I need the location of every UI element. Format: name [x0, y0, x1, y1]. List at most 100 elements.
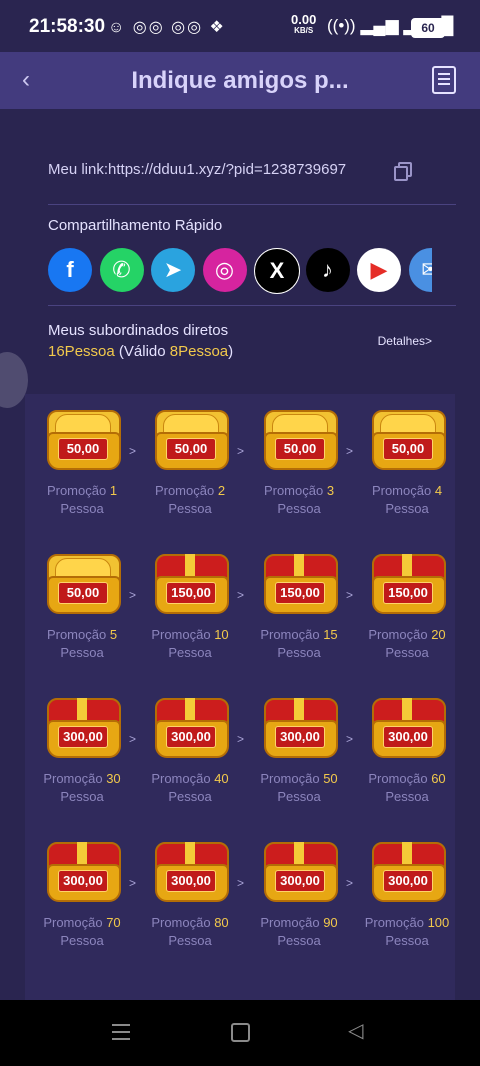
reward-item[interactable]: 50,00 Promoção 3 Pessoa — [249, 408, 349, 518]
promo-number: 80 — [214, 915, 229, 930]
treasure-chest-icon: 150,00 — [262, 552, 338, 614]
instagram-icon[interactable]: ◎ — [202, 248, 247, 292]
promo-unit: Pessoa — [60, 789, 104, 804]
promo-unit: Pessoa — [385, 645, 429, 660]
promo-unit: Pessoa — [385, 933, 429, 948]
battery-icon: 60 — [411, 18, 448, 38]
treasure-chest-icon: 300,00 — [262, 696, 338, 758]
reward-amount: 300,00 — [58, 870, 108, 892]
invite-link: Meu link:https://dduu1.xyz/?pid=12387396… — [48, 161, 347, 178]
valid-count: 8Pessoa — [169, 343, 229, 360]
network-speed: 0.00 KB/S — [291, 13, 316, 36]
reward-amount: 50,00 — [58, 582, 108, 604]
promo-number: 1 — [109, 483, 118, 498]
promo-text: Promoção — [151, 771, 211, 786]
facebook-icon[interactable]: f — [48, 248, 92, 292]
details-link[interactable]: Detalhes> — [378, 334, 432, 348]
reward-amount: 150,00 — [275, 582, 325, 604]
valid-open: (Válido — [118, 343, 170, 360]
treasure-chest-icon: 150,00 — [370, 552, 446, 614]
subordinates-total: 16Pessoa — [48, 343, 115, 360]
email-icon[interactable]: ✉ — [408, 248, 432, 292]
reward-item[interactable]: 150,00 Promoção 20 Pessoa — [357, 552, 457, 662]
reward-amount: 300,00 — [275, 870, 325, 892]
system-nav-bar: ◁ — [0, 1000, 480, 1066]
youtube-icon[interactable]: ▶ — [357, 248, 401, 292]
network-speed-unit: KB/S — [294, 26, 314, 35]
promo-number: 30 — [106, 771, 121, 786]
reward-amount: 50,00 — [275, 438, 325, 460]
copy-icon[interactable] — [394, 162, 412, 181]
reward-label: Promoção 10 Pessoa — [140, 626, 240, 662]
arrow-icon: > — [346, 588, 354, 602]
telegram-icon[interactable]: ➤ — [151, 248, 195, 292]
promo-text: Promoção — [364, 915, 424, 930]
promo-text: Promoção — [46, 483, 107, 498]
reward-item[interactable]: 300,00 Promoção 90 Pessoa — [249, 840, 349, 950]
reward-item[interactable]: 300,00 Promoção 80 Pessoa — [140, 840, 240, 950]
reward-item[interactable]: 150,00 Promoção 15 Pessoa — [249, 552, 349, 662]
treasure-chest-icon: 300,00 — [153, 840, 229, 902]
recent-apps-icon[interactable] — [112, 1024, 130, 1045]
promo-number: 4 — [434, 483, 443, 498]
treasure-chest-icon: 300,00 — [45, 696, 121, 758]
promo-number: 90 — [323, 915, 338, 930]
reward-item[interactable]: 50,00 Promoção 4 Pessoa — [357, 408, 457, 518]
treasure-chest-icon: 150,00 — [153, 552, 229, 614]
promo-unit: Pessoa — [385, 501, 429, 516]
reward-label: Promoção 40 Pessoa — [140, 770, 240, 806]
promo-text: Promoção — [151, 915, 211, 930]
reward-label: Promoção 50 Pessoa — [249, 770, 349, 806]
x-icon[interactable]: X — [254, 248, 300, 294]
promo-unit: Pessoa — [168, 789, 212, 804]
promo-number: 60 — [431, 771, 446, 786]
reward-label: Promoção 60 Pessoa — [357, 770, 457, 806]
reward-amount: 150,00 — [166, 582, 216, 604]
tiktok-icon[interactable]: ♪ — [305, 248, 350, 292]
reward-item[interactable]: 50,00 Promoção 2 Pessoa — [140, 408, 240, 518]
promo-text: Promoção — [371, 483, 432, 498]
arrow-icon: > — [237, 588, 245, 602]
treasure-chest-icon: 50,00 — [262, 408, 338, 470]
notification-icons: ☺ ◎◎ ◎◎ ❖ — [108, 19, 226, 36]
reward-label: Promoção 90 Pessoa — [249, 914, 349, 950]
promo-number: 3 — [326, 483, 335, 498]
reward-item[interactable]: 300,00 Promoção 30 Pessoa — [32, 696, 132, 806]
treasure-chest-icon: 50,00 — [370, 408, 446, 470]
arrow-icon: > — [129, 444, 137, 458]
document-icon[interactable] — [432, 66, 456, 94]
reward-label: Promoção 30 Pessoa — [32, 770, 132, 806]
reward-amount: 300,00 — [275, 726, 325, 748]
arrow-icon: > — [129, 588, 137, 602]
reward-item[interactable]: 150,00 Promoção 10 Pessoa — [140, 552, 240, 662]
reward-item[interactable]: 50,00 Promoção 5 Pessoa — [32, 552, 132, 662]
arrow-icon: > — [237, 444, 245, 458]
treasure-chest-icon: 300,00 — [262, 840, 338, 902]
reward-label: Promoção 70 Pessoa — [32, 914, 132, 950]
promo-unit: Pessoa — [168, 645, 212, 660]
whatsapp-icon[interactable]: ✆ — [99, 248, 144, 292]
reward-item[interactable]: 300,00 Promoção 60 Pessoa — [357, 696, 457, 806]
reward-amount: 50,00 — [166, 438, 216, 460]
status-bar: 21:58:30 ☺ ◎◎ ◎◎ ❖ 0.00 KB/S ((•)) ▂▄▆ ▂… — [0, 0, 480, 52]
reward-item[interactable]: 300,00 Promoção 40 Pessoa — [140, 696, 240, 806]
reward-amount: 50,00 — [58, 438, 108, 460]
reward-item[interactable]: 300,00 Promoção 50 Pessoa — [249, 696, 349, 806]
reward-item[interactable]: 300,00 Promoção 100 Pessoa — [357, 840, 457, 950]
treasure-chest-icon: 300,00 — [370, 840, 446, 902]
reward-item[interactable]: 50,00 Promoção 1 Pessoa — [32, 408, 132, 518]
back-triangle-icon[interactable]: ◁ — [348, 1018, 363, 1043]
home-icon[interactable] — [231, 1023, 250, 1042]
promo-number: 50 — [323, 771, 338, 786]
promo-unit: Pessoa — [60, 933, 104, 948]
reward-amount: 50,00 — [383, 438, 433, 460]
arrow-icon: > — [346, 732, 354, 746]
reward-item[interactable]: 300,00 Promoção 70 Pessoa — [32, 840, 132, 950]
reward-label: Promoção 2 Pessoa — [140, 482, 240, 518]
treasure-chest-icon: 50,00 — [153, 408, 229, 470]
promo-unit: Pessoa — [277, 789, 321, 804]
reward-amount: 300,00 — [58, 726, 108, 748]
promo-unit: Pessoa — [60, 645, 104, 660]
page-title: Indique amigos p... — [131, 67, 349, 94]
reward-label: Promoção 20 Pessoa — [357, 626, 457, 662]
